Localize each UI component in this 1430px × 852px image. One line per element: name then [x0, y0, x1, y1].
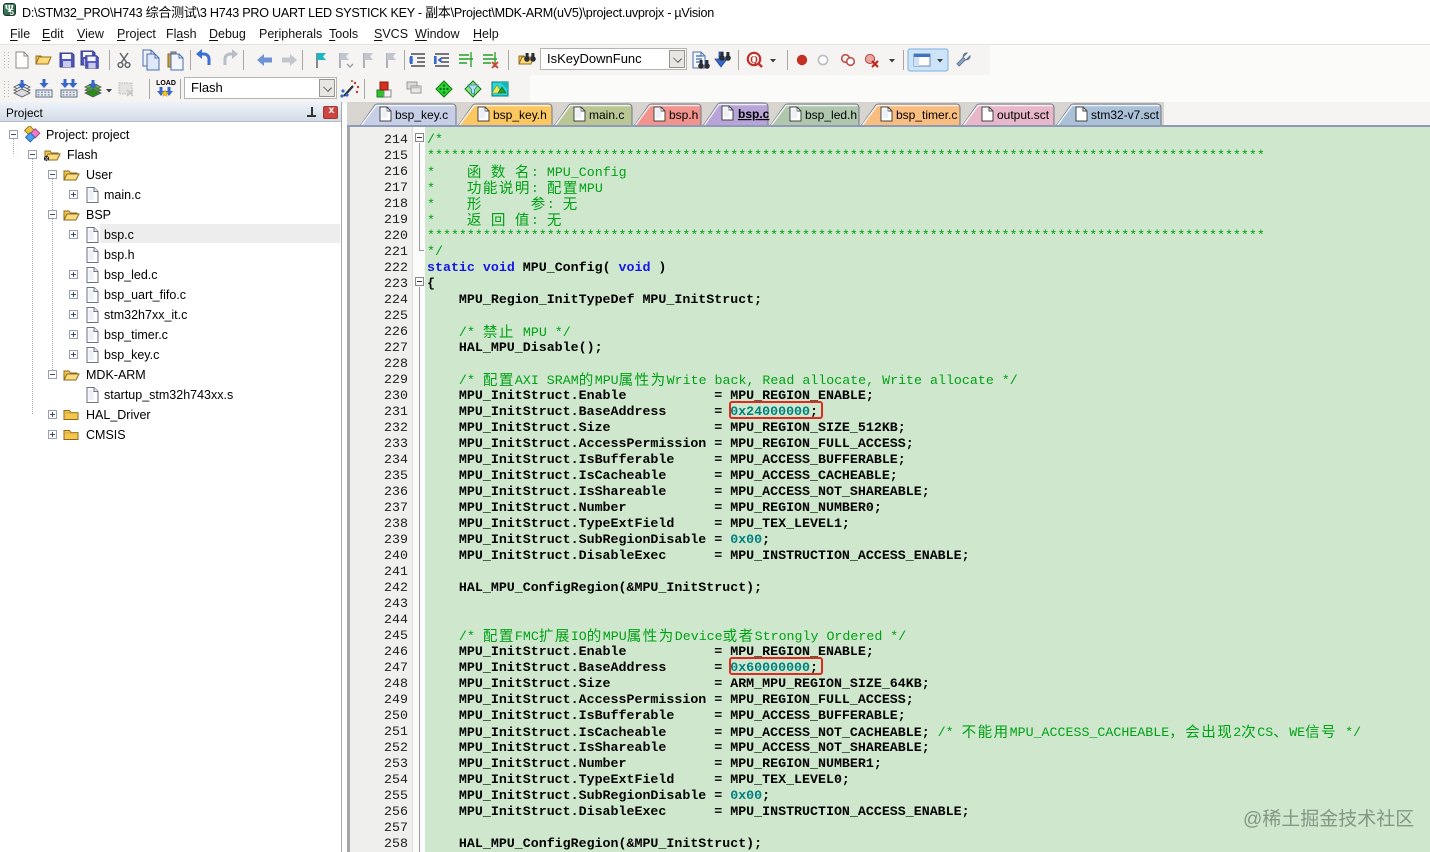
- svg-text:bsp_timer.c: bsp_timer.c: [896, 108, 957, 122]
- svg-text:bsp_key.c: bsp_key.c: [395, 108, 448, 122]
- svg-text:Q: Q: [750, 55, 758, 66]
- svg-text:LOAD: LOAD: [156, 80, 176, 87]
- svg-text:output.sct: output.sct: [997, 108, 1050, 122]
- svg-text:bsp_led.h: bsp_led.h: [805, 108, 857, 122]
- svg-text:main.c: main.c: [589, 108, 624, 122]
- svg-text:bsp.c: bsp.c: [738, 107, 770, 121]
- svg-text:bsp_key.h: bsp_key.h: [493, 108, 547, 122]
- svg-text:stm32-v7.sct: stm32-v7.sct: [1091, 108, 1160, 122]
- svg-text:bsp.h: bsp.h: [669, 108, 698, 122]
